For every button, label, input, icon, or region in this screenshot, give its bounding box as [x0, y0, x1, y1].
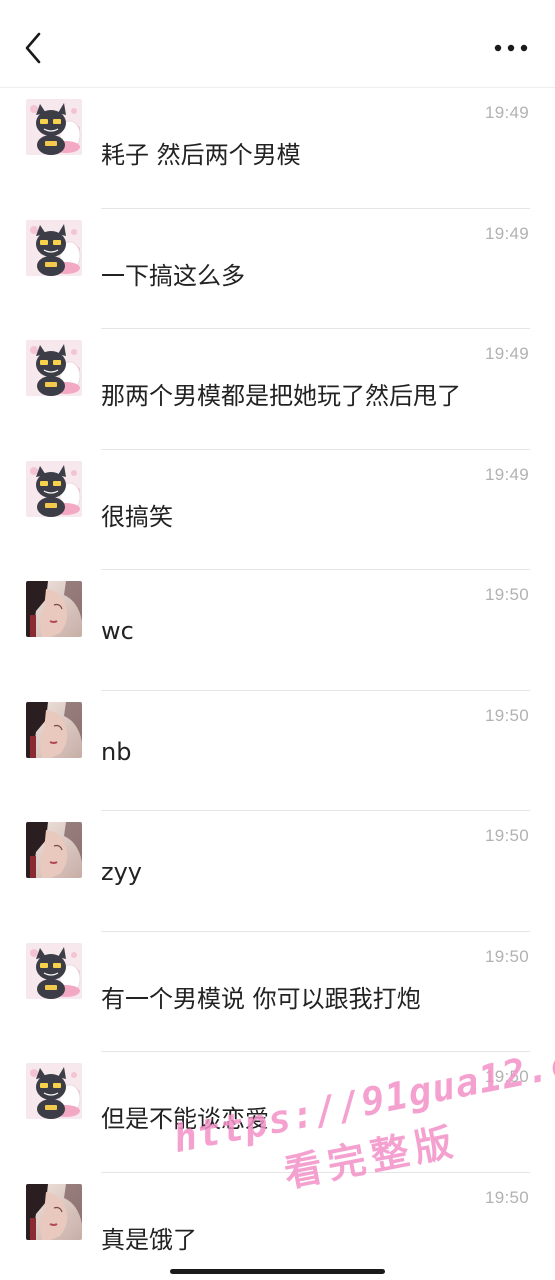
chevron-left-icon [25, 32, 41, 64]
message-item[interactable]: 19:49 一下搞这么多 [0, 209, 555, 329]
avatar[interactable] [26, 219, 82, 276]
cartoon-cat-avatar-icon [26, 1063, 82, 1119]
message-text: nb [101, 737, 132, 766]
message-timestamp: 19:49 [484, 344, 529, 363]
message-text: 有一个男模说 你可以跟我打炮 [101, 984, 421, 1013]
portrait-photo-avatar-icon [26, 581, 82, 637]
message-item[interactable]: 19:50 nb [0, 691, 555, 811]
message-item[interactable]: 19:50 真是饿了 [0, 1173, 555, 1280]
more-horizontal-icon [494, 44, 528, 52]
back-button[interactable] [14, 26, 54, 70]
cartoon-cat-avatar-icon [26, 942, 82, 999]
cartoon-cat-avatar-icon [26, 219, 82, 276]
message-list[interactable]: 19:49 耗子 然后两个男模 19:49 一下搞这么多 19:49 那两个男模都是把… [0, 88, 555, 1280]
message-item[interactable]: 19:50 但是不能谈恋爱 [0, 1052, 555, 1173]
message-item[interactable]: 19:49 很搞笑 [0, 450, 555, 570]
message-timestamp: 19:50 [484, 946, 529, 966]
message-item[interactable]: 19:50 有一个男模说 你可以跟我打炮 [0, 932, 555, 1052]
message-timestamp: 19:49 [484, 103, 529, 122]
chat-history-screen: 19:49 耗子 然后两个男模 19:49 一下搞这么多 19:49 那两个男模都是把… [0, 0, 555, 1280]
message-text: 很搞笑 [101, 502, 173, 531]
portrait-photo-avatar-icon [26, 1183, 82, 1240]
message-text: 那两个男模都是把她玩了然后甩了 [101, 382, 461, 410]
more-options-button[interactable] [489, 30, 533, 66]
home-indicator[interactable] [170, 1269, 385, 1274]
avatar[interactable] [26, 581, 82, 637]
message-text: zyy [101, 858, 143, 886]
message-item[interactable]: 19:50 wc [0, 570, 555, 691]
avatar[interactable] [26, 942, 82, 999]
cartoon-cat-avatar-icon [26, 460, 82, 517]
message-timestamp: 19:49 [484, 464, 529, 484]
top-navigation-bar [0, 0, 555, 88]
message-timestamp: 19:49 [484, 223, 529, 243]
avatar[interactable] [26, 1063, 82, 1119]
portrait-photo-avatar-icon [26, 701, 82, 758]
avatar[interactable] [26, 701, 82, 758]
avatar[interactable] [26, 340, 82, 396]
cartoon-cat-avatar-icon [26, 99, 82, 155]
avatar[interactable] [26, 1183, 82, 1240]
portrait-photo-avatar-icon [26, 822, 82, 878]
message-timestamp: 19:50 [484, 585, 529, 604]
message-item[interactable]: 19:50 zyy [0, 811, 555, 932]
message-item[interactable]: 19:49 那两个男模都是把她玩了然后甩了 [0, 329, 555, 450]
message-text: wc [101, 617, 134, 645]
avatar[interactable] [26, 460, 82, 517]
avatar[interactable] [26, 822, 82, 878]
message-text: 真是饿了 [101, 1225, 197, 1254]
message-timestamp: 19:50 [484, 1187, 529, 1207]
avatar[interactable] [26, 99, 82, 155]
message-item[interactable]: 19:49 耗子 然后两个男模 [0, 88, 555, 209]
message-text: 一下搞这么多 [101, 261, 245, 290]
message-timestamp: 19:50 [484, 705, 529, 725]
message-timestamp: 19:50 [484, 1067, 529, 1086]
cartoon-cat-avatar-icon [26, 340, 82, 396]
message-timestamp: 19:50 [484, 826, 529, 845]
message-text: 耗子 然后两个男模 [101, 141, 301, 169]
message-text: 但是不能谈恋爱 [101, 1105, 269, 1133]
